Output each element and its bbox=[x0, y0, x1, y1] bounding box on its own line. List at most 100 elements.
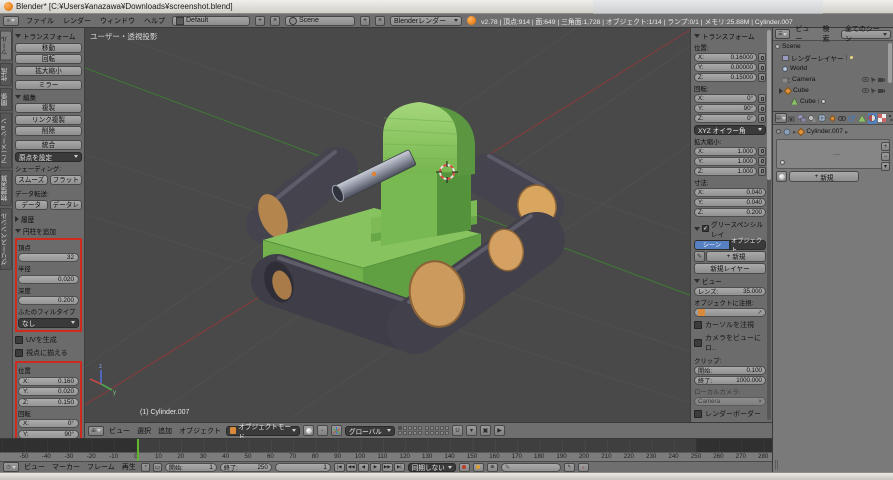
frame-end-field[interactable]: 終了: 250 bbox=[219, 462, 272, 472]
np-scale-x-field[interactable]: X: 1.000 bbox=[694, 146, 757, 156]
set-origin-dropdown[interactable]: 原点を設定 bbox=[15, 151, 82, 162]
close-scene-button[interactable]: × bbox=[375, 15, 385, 26]
tab-world[interactable] bbox=[818, 113, 827, 124]
panel-header-np-transform[interactable]: トランスフォーム bbox=[694, 31, 766, 41]
render-opengl-anim-icon[interactable]: ▶ bbox=[494, 425, 505, 436]
location-x-field[interactable]: X: 0.160 bbox=[18, 376, 79, 386]
tab-modifiers[interactable] bbox=[848, 113, 857, 124]
menu-file[interactable]: ファイル bbox=[24, 16, 56, 26]
tab-constraints[interactable] bbox=[838, 113, 847, 124]
outliner-item-cube[interactable]: Cube bbox=[773, 85, 893, 96]
manipulator-icon[interactable] bbox=[331, 425, 342, 436]
eye-icon[interactable] bbox=[862, 87, 869, 93]
np-dim-y-field[interactable]: Y: 0.040 bbox=[694, 197, 766, 207]
panel-header-transform[interactable]: トランスフォーム bbox=[15, 31, 82, 41]
viewport-menu-view[interactable]: ビュー bbox=[107, 426, 132, 436]
radius-field[interactable]: 0.020 bbox=[18, 274, 79, 284]
depth-field[interactable]: 0.200 bbox=[18, 296, 79, 305]
new-material-button[interactable]: + 新規 bbox=[789, 171, 859, 182]
layer-toggle[interactable] bbox=[445, 426, 449, 430]
generate-uv-checkbox[interactable]: UVを生成 bbox=[15, 335, 82, 345]
lens-field[interactable]: レンズ: 35.000 bbox=[694, 286, 766, 296]
tab-object[interactable] bbox=[828, 113, 837, 124]
flat-button[interactable]: フラット bbox=[49, 175, 82, 185]
camera-to-view-checkbox[interactable]: カメラをビューにロ.. bbox=[694, 333, 766, 353]
insert-keyframe-icon[interactable]: ✎ bbox=[563, 462, 575, 472]
viewport-menu-object[interactable]: オブジェクト bbox=[177, 426, 223, 436]
timeline-menu-view[interactable]: ビュー bbox=[22, 462, 47, 472]
link-duplicate-button[interactable]: リンク複製 bbox=[15, 114, 82, 125]
remove-slot-button[interactable]: − bbox=[881, 152, 890, 161]
pivot-point-icon[interactable]: ◦ bbox=[317, 425, 328, 436]
scale-button[interactable]: 拡大縮小 bbox=[15, 65, 82, 76]
lock-icon[interactable] bbox=[758, 146, 766, 156]
layer-toggle[interactable] bbox=[403, 431, 407, 435]
delete-keyframe-icon[interactable]: × bbox=[577, 462, 589, 472]
gp-new-button[interactable]: + 新規 bbox=[706, 250, 766, 262]
render-opengl-icon[interactable]: ▣ bbox=[480, 425, 491, 436]
lock-icon[interactable] bbox=[758, 104, 766, 113]
close-layout-button[interactable]: × bbox=[270, 15, 280, 26]
layer-toggle[interactable] bbox=[430, 431, 434, 435]
timeline-menu-playback[interactable]: 再生 bbox=[120, 462, 138, 472]
menu-window[interactable]: ウィンドウ bbox=[98, 16, 137, 26]
np-rot-z-field[interactable]: Z: 0° bbox=[694, 114, 757, 123]
rotation-y-field[interactable]: Y: 90° bbox=[18, 429, 79, 438]
add-slot-button[interactable]: + bbox=[881, 142, 890, 151]
np-loc-z-field[interactable]: Z: 0.15000 bbox=[694, 73, 757, 82]
layer-toggle[interactable] bbox=[413, 431, 417, 435]
clip-start-field[interactable]: 開始: 0.100 bbox=[694, 365, 766, 375]
layer-toggle[interactable] bbox=[425, 426, 429, 430]
tab-data[interactable] bbox=[858, 113, 867, 124]
np-scrollbar-thumb[interactable] bbox=[767, 30, 771, 180]
join-button[interactable]: 統合 bbox=[15, 140, 82, 150]
sync-mode-dropdown[interactable]: 同期しない bbox=[407, 462, 456, 472]
tab-relations[interactable]: 関係 bbox=[0, 87, 12, 111]
tab-scene[interactable] bbox=[808, 113, 817, 124]
current-frame-field[interactable]: 1 bbox=[274, 462, 331, 472]
layer-toggle[interactable] bbox=[408, 426, 412, 430]
outliner-menu-search[interactable]: 検索 bbox=[820, 24, 837, 44]
menu-render[interactable]: レンダー bbox=[61, 16, 93, 26]
tab-material[interactable] bbox=[867, 112, 877, 124]
panel-resize-handle[interactable] bbox=[775, 460, 781, 470]
timeline-ruler[interactable]: -50 -40 -30 -20 -10 0 10 20 30 40 50 60 70 80 90 100 110… bbox=[0, 452, 772, 461]
layer-toggle[interactable] bbox=[398, 426, 402, 430]
checkbox-checked-icon[interactable]: ✓ bbox=[702, 225, 709, 232]
layer-toggle[interactable] bbox=[408, 431, 412, 435]
lock-range-icon[interactable]: ▭ bbox=[152, 462, 162, 472]
breadcrumb-object-name[interactable]: Cylinder.007 bbox=[806, 128, 843, 135]
orientation-dropdown[interactable]: グローバル bbox=[345, 425, 395, 436]
eyedropper-icon[interactable]: ↗ bbox=[757, 309, 762, 316]
outliner-filter-dropdown[interactable]: 全てのシーン bbox=[840, 26, 891, 43]
render-border-checkbox[interactable]: レンダーボーダー bbox=[694, 409, 766, 419]
lock-icon[interactable] bbox=[758, 53, 766, 62]
lock-icon[interactable] bbox=[758, 63, 766, 72]
timeline-menu-frame[interactable]: フレーム bbox=[85, 462, 117, 472]
outliner-scrollbar[interactable] bbox=[888, 43, 892, 83]
slot-specials-button[interactable]: ▾ bbox=[881, 162, 890, 171]
layer-toggle[interactable] bbox=[418, 431, 422, 435]
np-rot-y-field[interactable]: Y: 90° bbox=[694, 104, 757, 113]
align-view-checkbox[interactable]: 視点に揃える bbox=[15, 348, 82, 358]
tab-grease-pencil[interactable]: グリースペンシル bbox=[0, 208, 12, 270]
preview-range-icon[interactable]: ◔ bbox=[140, 462, 150, 472]
gp-object-toggle[interactable]: オブジェクト bbox=[730, 238, 766, 254]
playback-button[interactable]: ▶| bbox=[393, 462, 405, 472]
editor-type-icon[interactable]: ≡ bbox=[3, 15, 19, 26]
timeline-menu-marker[interactable]: マーカー bbox=[50, 462, 82, 472]
np-scale-y-field[interactable]: Y: 1.000 bbox=[694, 156, 757, 166]
np-scale-z-field[interactable]: Z: 1.000 bbox=[694, 166, 757, 176]
keying-set-icon[interactable] bbox=[472, 462, 484, 472]
render-restrict-icon[interactable] bbox=[878, 77, 885, 82]
layer-toggle[interactable] bbox=[440, 431, 444, 435]
playback-button[interactable]: |◀ bbox=[333, 462, 345, 472]
mode-dropdown[interactable]: オブジェクトモード bbox=[226, 424, 300, 438]
screen-layout-selector[interactable]: Default bbox=[172, 15, 250, 26]
timeline-editor-type-icon[interactable]: ◷ bbox=[3, 462, 19, 472]
layer-toggle[interactable] bbox=[435, 431, 439, 435]
np-loc-x-field[interactable]: X: 0.16000 bbox=[694, 53, 757, 62]
keying-grid-icon[interactable]: ⊞ bbox=[486, 462, 498, 472]
gp-scene-toggle[interactable]: シーン bbox=[694, 239, 730, 250]
tab-create[interactable]: 作成 bbox=[0, 62, 12, 86]
